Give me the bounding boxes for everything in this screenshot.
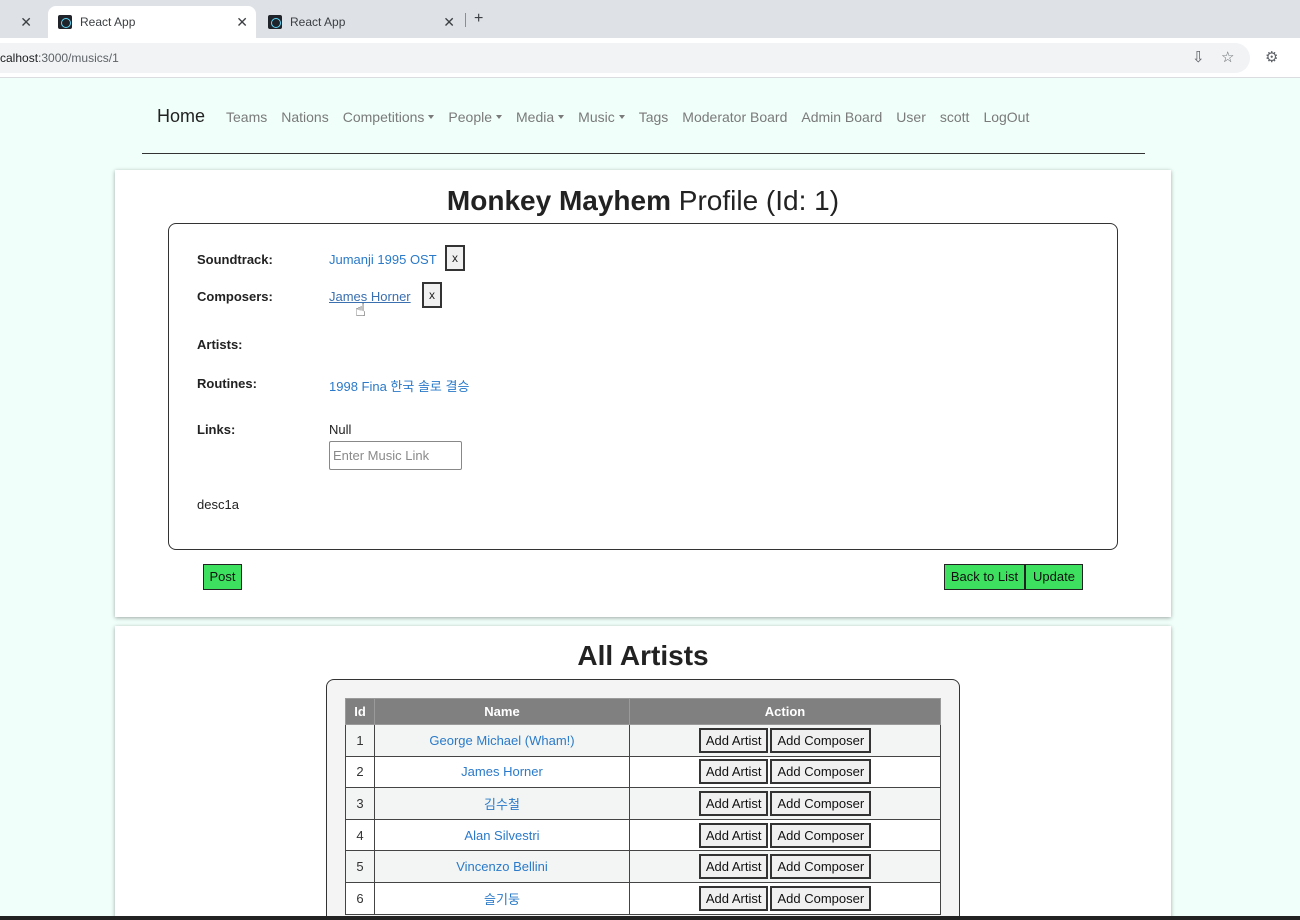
react-icon bbox=[58, 15, 72, 29]
nav-home[interactable]: Home bbox=[157, 106, 205, 127]
nav-nations[interactable]: Nations bbox=[281, 109, 328, 125]
close-tab-icon[interactable]: ✕ bbox=[20, 14, 32, 31]
composers-label: Composers: bbox=[197, 289, 273, 304]
bookmark-star-icon[interactable]: ☆ bbox=[1221, 48, 1234, 66]
add-artist-button[interactable]: Add Artist bbox=[698, 727, 769, 753]
music-link-input[interactable] bbox=[329, 441, 462, 470]
table-header-row: Id Name Action bbox=[345, 698, 941, 725]
nav-media-dropdown[interactable]: Media bbox=[516, 109, 564, 125]
artists-table: Id Name Action 1 George Michael (Wham!) … bbox=[345, 698, 941, 915]
artists-title: All Artists bbox=[577, 640, 709, 671]
add-composer-button[interactable]: Add Composer bbox=[770, 822, 872, 848]
nav-people-dropdown[interactable]: People bbox=[448, 109, 502, 125]
artist-id: 4 bbox=[345, 818, 375, 852]
nav-competitions-dropdown[interactable]: Competitions bbox=[343, 109, 435, 125]
links-label: Links: bbox=[197, 422, 236, 437]
artist-id: 1 bbox=[345, 724, 375, 757]
column-header-action: Action bbox=[629, 698, 941, 725]
artist-id: 3 bbox=[345, 787, 375, 820]
table-row: 1 George Michael (Wham!) Add Artist Add C… bbox=[345, 724, 941, 757]
table-row: 3 김수철 Add Artist Add Composer bbox=[345, 787, 941, 820]
action-cell: Add Artist Add Composer bbox=[629, 850, 941, 883]
post-button[interactable]: Post bbox=[203, 564, 242, 590]
browser-tab-1[interactable]: React App ✕ bbox=[48, 6, 256, 38]
add-composer-button[interactable]: Add Composer bbox=[770, 727, 872, 753]
nav-moderator-board[interactable]: Moderator Board bbox=[682, 109, 787, 125]
close-tab-icon[interactable]: ✕ bbox=[443, 14, 455, 31]
artist-name-link[interactable]: George Michael (Wham!) bbox=[374, 724, 630, 757]
browser-tab-bar: ✕ React App ✕ React App ✕ + bbox=[0, 0, 1300, 38]
install-app-icon[interactable]: ⇩ bbox=[1192, 48, 1205, 66]
remove-composer-button[interactable]: x bbox=[422, 282, 442, 308]
add-composer-button[interactable]: Add Composer bbox=[770, 885, 872, 911]
soundtrack-link[interactable]: Jumanji 1995 OST bbox=[329, 252, 437, 267]
add-artist-button[interactable]: Add Artist bbox=[698, 822, 769, 848]
routines-label: Routines: bbox=[197, 376, 257, 391]
navbar: Home Teams Nations Competitions People M… bbox=[142, 80, 1145, 154]
soundtrack-label: Soundtrack: bbox=[197, 252, 273, 267]
nav-tags[interactable]: Tags bbox=[639, 109, 669, 125]
react-icon bbox=[268, 15, 282, 29]
artists-label: Artists: bbox=[197, 337, 243, 352]
add-composer-button[interactable]: Add Composer bbox=[770, 854, 872, 880]
profile-details-box bbox=[168, 223, 1118, 550]
artist-name-link[interactable]: James Horner bbox=[374, 755, 630, 789]
browser-tab-0[interactable]: ✕ bbox=[0, 6, 40, 38]
new-tab-icon[interactable]: + bbox=[474, 10, 483, 28]
hand-cursor-icon: ☝ bbox=[355, 300, 366, 320]
add-artist-button[interactable]: Add Artist bbox=[698, 885, 769, 911]
tab-title: React App bbox=[80, 15, 136, 29]
update-button[interactable]: Update bbox=[1025, 564, 1083, 590]
action-cell: Add Artist Add Composer bbox=[629, 881, 941, 915]
add-artist-button[interactable]: Add Artist bbox=[698, 759, 769, 785]
artist-name-link[interactable]: 김수철 bbox=[374, 787, 630, 820]
action-cell: Add Artist Add Composer bbox=[629, 755, 941, 789]
description-text: desc1a bbox=[197, 497, 239, 512]
window-bottom-edge bbox=[0, 916, 1300, 920]
composer-link[interactable]: James Horner bbox=[329, 289, 411, 304]
action-cell: Add Artist Add Composer bbox=[629, 787, 941, 820]
address-bar bbox=[0, 38, 1300, 78]
artist-id: 2 bbox=[345, 755, 375, 789]
extension-icon[interactable]: ⚙ bbox=[1265, 48, 1278, 66]
table-row: 5 Vincenzo Bellini Add Artist Add Compose… bbox=[345, 850, 941, 883]
url-text[interactable]: calhost:3000/musics/1 bbox=[0, 51, 119, 65]
add-composer-button[interactable]: Add Composer bbox=[770, 790, 872, 816]
nav-user[interactable]: User bbox=[896, 109, 926, 125]
nav-admin-board[interactable]: Admin Board bbox=[801, 109, 882, 125]
routine-link[interactable]: 1998 Fina 한국 솔로 결승 bbox=[329, 376, 469, 395]
tab-title: React App bbox=[290, 15, 346, 29]
artist-name-link[interactable]: Vincenzo Bellini bbox=[374, 850, 630, 883]
omnibox[interactable] bbox=[0, 43, 1250, 73]
nav-teams[interactable]: Teams bbox=[226, 109, 267, 125]
links-value: Null bbox=[329, 422, 352, 437]
action-cell: Add Artist Add Composer bbox=[629, 818, 941, 852]
nav-logout[interactable]: LogOut bbox=[983, 109, 1029, 125]
page-title: Monkey Mayhem Profile (Id: 1) bbox=[446, 185, 840, 216]
action-cell: Add Artist Add Composer bbox=[629, 724, 941, 757]
table-row: 6 슬기둥 Add Artist Add Composer bbox=[345, 881, 941, 915]
add-composer-button[interactable]: Add Composer bbox=[770, 759, 872, 785]
browser-tab-2[interactable]: React App ✕ bbox=[258, 6, 463, 38]
back-to-list-button[interactable]: Back to List bbox=[944, 564, 1025, 590]
add-artist-button[interactable]: Add Artist bbox=[698, 854, 769, 880]
tab-divider bbox=[465, 13, 466, 27]
artist-name-link[interactable]: 슬기둥 bbox=[374, 881, 630, 915]
artist-id: 5 bbox=[345, 850, 375, 883]
table-row: 4 Alan Silvestri Add Artist Add Composer bbox=[345, 818, 941, 852]
table-row: 2 James Horner Add Artist Add Composer bbox=[345, 755, 941, 789]
nav-username[interactable]: scott bbox=[940, 109, 970, 125]
artist-id: 6 bbox=[345, 881, 375, 915]
remove-soundtrack-button[interactable]: x bbox=[445, 245, 465, 271]
close-tab-icon[interactable]: ✕ bbox=[236, 14, 248, 31]
column-header-name: Name bbox=[374, 698, 630, 725]
nav-music-dropdown[interactable]: Music bbox=[578, 109, 625, 125]
add-artist-button[interactable]: Add Artist bbox=[698, 790, 769, 816]
artist-name-link[interactable]: Alan Silvestri bbox=[374, 818, 630, 852]
column-header-id: Id bbox=[345, 698, 375, 725]
